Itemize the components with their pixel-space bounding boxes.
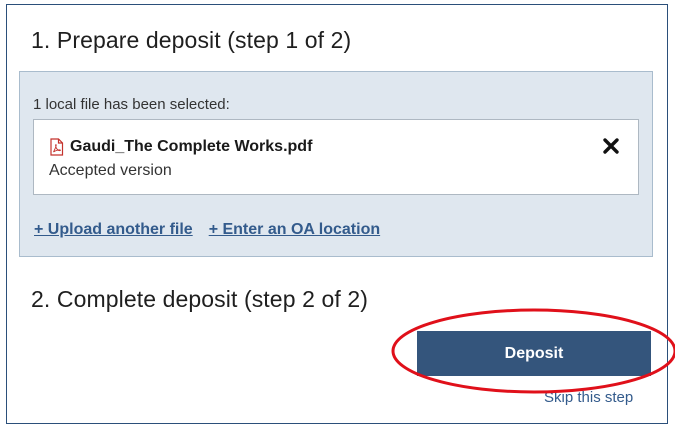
upload-another-file-link[interactable]: + Upload another file: [34, 221, 193, 239]
file-name: Gaudi_The Complete Works.pdf: [70, 138, 313, 155]
enter-oa-location-link[interactable]: + Enter an OA location: [209, 221, 380, 239]
file-version: Accepted version: [49, 162, 172, 179]
file-card: Gaudi_The Complete Works.pdf Accepted ve…: [33, 119, 639, 195]
selected-files-label: 1 local file has been selected:: [33, 96, 230, 113]
selected-files-box: 1 local file has been selected: Gaudi_Th…: [19, 71, 653, 257]
pdf-file-icon: [49, 138, 64, 156]
skip-step-link[interactable]: Skip this step: [544, 389, 633, 406]
step2-heading: 2. Complete deposit (step 2 of 2): [31, 286, 368, 312]
deposit-button[interactable]: Deposit: [417, 331, 651, 376]
close-icon[interactable]: [602, 137, 620, 155]
file-actions: + Upload another file + Enter an OA loca…: [34, 221, 396, 239]
step1-heading: 1. Prepare deposit (step 1 of 2): [31, 27, 352, 53]
file-name-row: Gaudi_The Complete Works.pdf: [49, 138, 312, 156]
deposit-panel: 1. Prepare deposit (step 1 of 2) 1 local…: [6, 4, 668, 424]
